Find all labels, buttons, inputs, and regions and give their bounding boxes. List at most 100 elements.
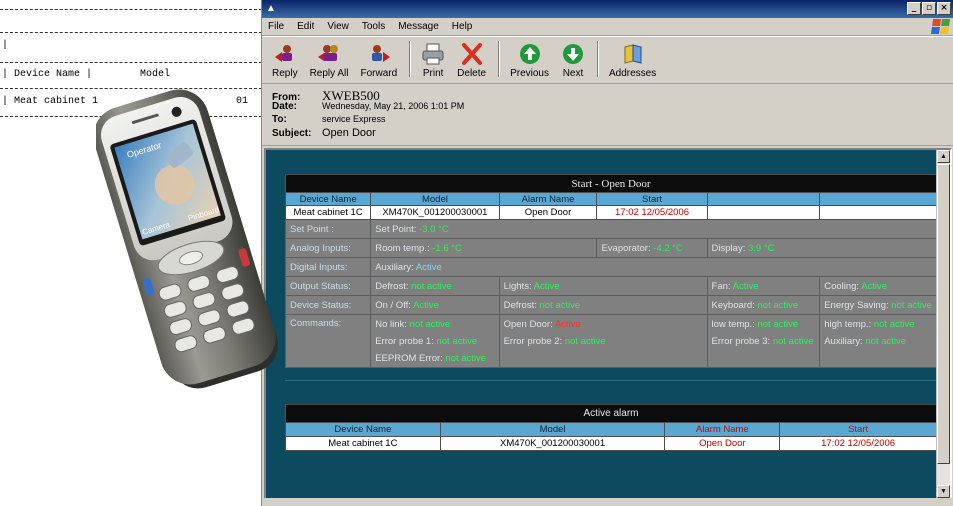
column-header: Device Name (285, 422, 441, 437)
field-name: Keyboard: (711, 299, 755, 311)
menu-message[interactable]: Message (398, 21, 439, 32)
row-label: Analog Inputs: (284, 238, 372, 258)
field-value: not active (409, 319, 451, 330)
minimize-button[interactable]: _ (907, 2, 921, 15)
date-value: Wednesday, May 21, 2006 1:01 PM (322, 101, 465, 111)
column-header: Model (370, 192, 500, 206)
field-name: On / Off: (375, 299, 411, 311)
field-name: Error probe 2: (503, 336, 563, 347)
empty-cell (706, 205, 821, 220)
field-value: not active (891, 299, 932, 311)
field-name: Fan: (711, 280, 731, 292)
reply-button[interactable]: Reply (268, 43, 302, 79)
row-label: Digital Inputs: (284, 257, 372, 277)
reply-all-button[interactable]: Reply All (306, 43, 353, 79)
reply-icon (274, 45, 292, 62)
alarm-title: Start - Open Door (285, 174, 937, 193)
table-data-row: | Meat cabinet 1 (2, 96, 99, 107)
menu-help[interactable]: Help (452, 21, 473, 32)
reply-all-icon (318, 45, 339, 61)
field-value: -4.2 °C (653, 242, 683, 254)
previous-button[interactable]: Previous (506, 43, 553, 79)
phone-illustration: Operator Camera Pinboard (93, 89, 278, 389)
field-value: not active (873, 319, 915, 330)
window-controls: _ ▫ × (907, 2, 951, 15)
toolbar-separator (596, 41, 599, 77)
table-header-row: | Device Name | Model (2, 69, 171, 80)
row-label: Set Point : (284, 219, 372, 239)
column-header: Start (779, 422, 937, 437)
next-label: Next (562, 68, 584, 79)
column-header: Alarm Name (664, 422, 781, 437)
next-button[interactable]: Next (557, 43, 589, 79)
app-icon: ▲ (266, 3, 276, 14)
field-name: Set Point: (375, 223, 417, 235)
field-value: Active (732, 280, 759, 292)
model-cell: XM470K_001200030001 (439, 436, 666, 451)
field-name: Energy Saving: (824, 299, 889, 311)
subject-value: Open Door (322, 127, 376, 139)
field-name: EEPROM Error: (375, 353, 443, 364)
up-arrow-icon (519, 44, 540, 64)
set-point-row: Set Point : Set Point: -3.0 °C (284, 219, 937, 239)
divider (0, 62, 262, 63)
field-name: Lights: (503, 280, 532, 292)
column-header: Device Name (284, 192, 372, 206)
forward-label: Forward (360, 68, 398, 79)
field-value: not active (757, 319, 799, 330)
start-cell: 17:02 12/05/2006 (596, 205, 708, 220)
field-value: not active (411, 280, 452, 292)
menu-file[interactable]: File (268, 21, 284, 32)
message-body[interactable]: Start - Open Door Device Name Model Alar… (264, 148, 952, 500)
table-row: Meat cabinet 1C XM470K_001200030001 Open… (284, 205, 937, 220)
active-alarm-title: Active alarm (285, 404, 937, 423)
toolbar-separator (409, 41, 412, 77)
delete-button[interactable]: Delete (453, 43, 490, 79)
menu-view[interactable]: View (327, 21, 349, 32)
print-label: Print (422, 68, 444, 79)
model-cell: XM470K_001200030001 (370, 205, 500, 220)
forward-icon (371, 45, 390, 62)
table-pipe: | (2, 40, 9, 51)
row-label: Device Status: (284, 295, 372, 315)
table-row: Meat cabinet 1C XM470K_001200030001 Open… (285, 436, 937, 451)
divider (285, 380, 937, 381)
start-cell: 17:02 12/05/2006 (779, 436, 937, 451)
field-value: Active (554, 319, 581, 330)
field-value: 3.9 °C (747, 242, 775, 254)
column-header (706, 192, 821, 206)
delete-x-icon (461, 43, 482, 65)
scroll-thumb[interactable] (937, 164, 950, 464)
field-name: Error probe 3: (711, 336, 771, 347)
device-status-row: Device Status: On / Off: Active Defrost:… (284, 295, 937, 315)
field-value: not active (564, 336, 606, 347)
close-button[interactable]: × (937, 2, 951, 15)
field-value: not active (757, 299, 799, 311)
field-name: Open Door: (503, 319, 553, 330)
field-name: Display: (711, 242, 746, 254)
field-name: Cooling: (824, 280, 860, 292)
restore-button[interactable]: ▫ (922, 2, 936, 15)
device-name-cell: Meat cabinet 1C (284, 205, 372, 220)
printer-icon (422, 43, 444, 65)
menu-edit[interactable]: Edit (297, 21, 314, 32)
addresses-button[interactable]: Addresses (605, 43, 660, 79)
scroll-up-icon[interactable]: ▲ (937, 150, 950, 163)
column-header (819, 192, 937, 206)
commands-row: Commands: No link: not active Error prob… (284, 314, 937, 368)
field-name: Evaporator: (601, 242, 651, 254)
digital-inputs-row: Digital Inputs: Auxiliary: Active (284, 257, 937, 277)
divider (0, 32, 262, 33)
field-value: not active (865, 336, 907, 347)
mail-window: ▲ _ ▫ × File Edit View Tools Message Hel… (261, 0, 953, 506)
reply-label: Reply (272, 68, 298, 79)
field-name: Auxiliary: (375, 261, 414, 273)
menu-tools[interactable]: Tools (362, 21, 385, 32)
scroll-down-icon[interactable]: ▼ (937, 485, 950, 498)
forward-button[interactable]: Forward (356, 43, 401, 79)
windows-logo-icon (930, 19, 951, 34)
column-header: Start (596, 192, 708, 206)
menu-bar: File Edit View Tools Message Help (262, 18, 953, 36)
print-button[interactable]: Print (417, 43, 449, 79)
vertical-scrollbar[interactable]: ▲ ▼ (936, 150, 950, 498)
